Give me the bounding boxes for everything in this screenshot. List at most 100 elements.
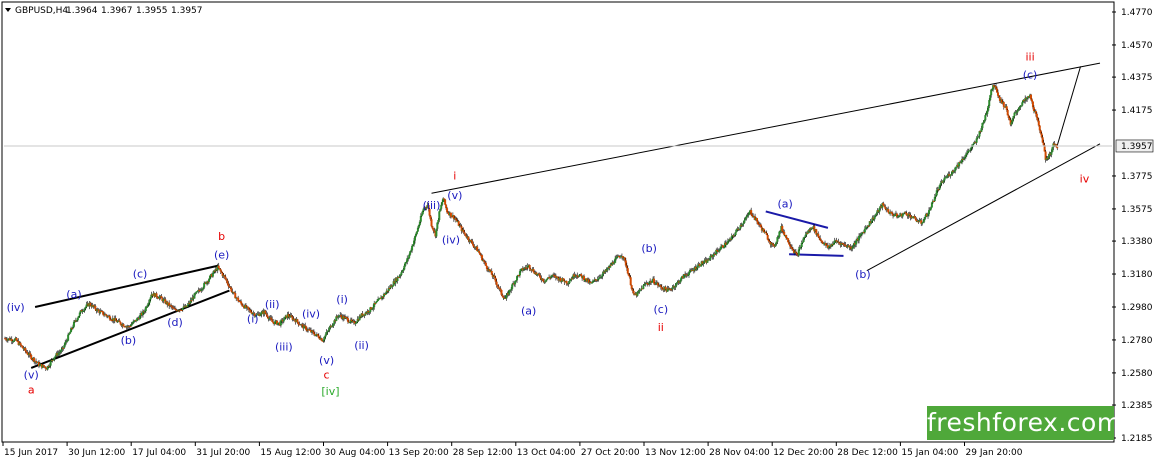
wave-label: (iii) — [275, 341, 293, 354]
candle-body — [855, 240, 858, 245]
candle-body — [1021, 102, 1024, 106]
candle-body — [69, 332, 72, 334]
wave-label: (c) — [654, 303, 669, 316]
y-tick-label: 1.4570 — [1121, 41, 1153, 51]
candle-body — [511, 284, 514, 289]
current-price-badge: 1.3957 — [1115, 139, 1154, 153]
candle-body — [444, 199, 447, 205]
wave-label: iv — [1080, 173, 1090, 186]
current-price-label: 1.3957 — [1121, 142, 1153, 152]
wave-label: (d) — [167, 316, 183, 329]
candle-body — [984, 115, 987, 121]
y-tick-label: 1.2385 — [1121, 401, 1153, 411]
wave-label: a — [28, 384, 35, 397]
candle-body — [296, 319, 299, 322]
wave-label: (c) — [133, 267, 148, 280]
candle-body — [1030, 99, 1033, 102]
candle-body — [67, 334, 70, 341]
candle-body — [568, 281, 571, 284]
candle-body — [1038, 125, 1041, 131]
chart-background — [0, 0, 1155, 463]
candle-body — [955, 167, 958, 169]
chart-header: GBPUSD,H4 1.3964 1.3967 1.3955 1.3957 — [5, 6, 203, 16]
header-symbol: GBPUSD,H4 — [15, 6, 68, 16]
candle-body — [217, 265, 220, 269]
wave-label: (iii) — [423, 199, 441, 212]
wave-label: (b) — [641, 242, 657, 255]
candle-body — [921, 222, 924, 224]
candle-body — [734, 232, 737, 236]
wave-label: c — [324, 369, 330, 382]
wave-label: (i) — [336, 293, 348, 306]
x-tick-label: 28 Sep 12:00 — [453, 448, 513, 458]
x-tick-label: 15 Jan 04:00 — [901, 448, 958, 458]
candle-body — [42, 364, 45, 367]
wave-label: (a) — [521, 304, 536, 317]
header-open: 1.3964 — [66, 6, 98, 16]
wave-label: (c) — [1023, 69, 1038, 82]
candle-body — [463, 232, 466, 234]
candle-body — [376, 300, 379, 302]
wave-label: (b) — [121, 334, 137, 347]
wave-label: (a) — [778, 197, 793, 210]
wave-label: i — [453, 169, 456, 182]
wave-label: iii — [1025, 51, 1034, 64]
x-tick-label: 30 Jun 12:00 — [68, 448, 125, 458]
wave-label: (iv) — [7, 301, 25, 314]
wave-label: (ii) — [354, 339, 369, 352]
candle-body — [68, 333, 71, 335]
candle-body — [441, 201, 444, 205]
y-tick-label: 1.2580 — [1121, 369, 1153, 379]
x-tick-label: 12 Dec 20:00 — [773, 448, 834, 458]
candle-body — [495, 281, 498, 286]
wave-label: (b) — [855, 268, 871, 281]
candle-body — [996, 92, 999, 96]
wave-label: (a) — [66, 288, 81, 301]
candle-body — [863, 228, 866, 233]
candle-body — [438, 211, 441, 220]
candle-body — [149, 297, 152, 300]
candle-body — [190, 300, 193, 302]
x-tick-label: 28 Dec 12:00 — [837, 448, 898, 458]
y-tick-label: 1.2780 — [1121, 336, 1153, 346]
wave-label: (ii) — [265, 298, 280, 311]
candle-body — [1056, 147, 1059, 149]
candle-body — [927, 210, 930, 215]
wave-label: [iv] — [321, 385, 339, 398]
candle-body — [905, 212, 908, 216]
x-tick-label: 15 Jun 2017 — [4, 448, 58, 458]
y-tick-label: 1.4175 — [1121, 106, 1153, 116]
candle-body — [613, 262, 616, 264]
wave-label: b — [218, 230, 225, 243]
x-tick-label: 28 Nov 04:00 — [709, 448, 770, 458]
x-tick-label: 27 Oct 20:00 — [581, 448, 640, 458]
y-tick-label: 1.3380 — [1121, 237, 1153, 247]
x-tick-label: 31 Jul 20:00 — [196, 448, 250, 458]
candle-body — [529, 268, 532, 270]
candle-body — [632, 290, 635, 294]
x-tick-label: 29 Jan 20:00 — [966, 448, 1023, 458]
y-tick-label: 1.2980 — [1121, 303, 1153, 313]
candle-body — [484, 262, 487, 266]
candle-body — [929, 207, 932, 210]
wave-label: (v) — [447, 189, 462, 202]
candle-body — [626, 268, 629, 274]
wave-label: (v) — [24, 369, 39, 382]
wave-label: (iv) — [302, 308, 320, 321]
candle-body — [449, 212, 452, 217]
header-low: 1.3955 — [136, 6, 168, 16]
x-tick-label: 13 Oct 04:00 — [517, 448, 576, 458]
candle-body — [629, 277, 632, 286]
candle-body — [1006, 109, 1009, 116]
candle-body — [743, 220, 746, 223]
x-tick-label: 30 Aug 04:00 — [325, 448, 386, 458]
candle-body — [580, 274, 583, 276]
wave-label: ii — [658, 321, 664, 334]
y-tick-label: 1.3575 — [1121, 205, 1153, 215]
y-tick-label: 1.3180 — [1121, 270, 1153, 280]
candle-body — [282, 319, 285, 322]
x-tick-label: 13 Sep 20:00 — [389, 448, 449, 458]
y-tick-label: 1.2185 — [1121, 434, 1153, 444]
x-tick-label: 17 Jul 04:00 — [132, 448, 186, 458]
candle-body — [260, 312, 263, 315]
